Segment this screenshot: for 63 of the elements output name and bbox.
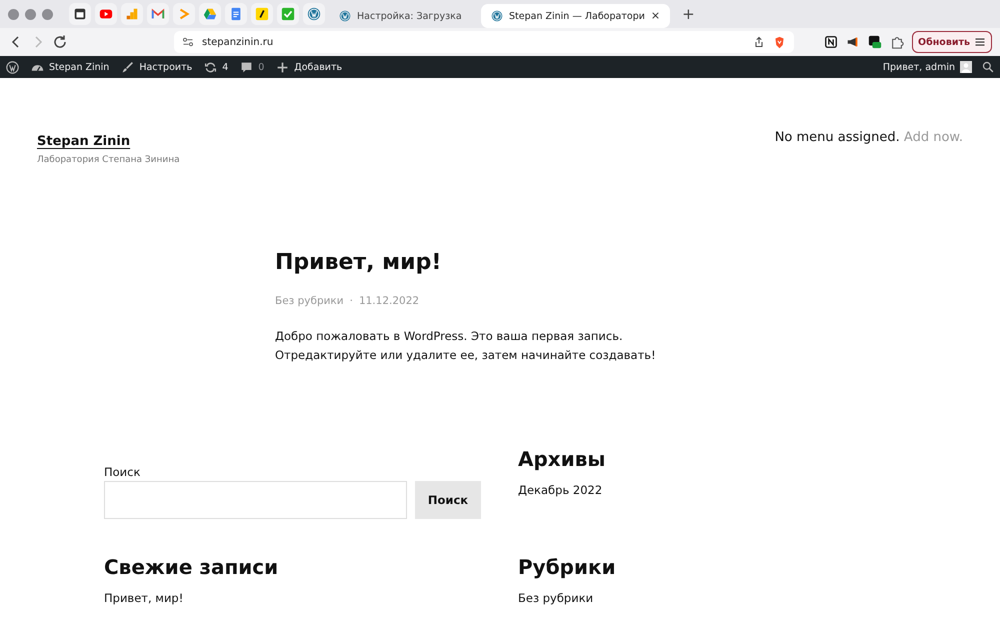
refresh-icon (204, 60, 218, 74)
search-label: Поиск (104, 465, 142, 479)
speech-bubble-icon (240, 60, 254, 74)
new-tab-button[interactable]: + (678, 5, 699, 23)
notion-logo-icon[interactable] (824, 35, 838, 49)
window-control[interactable] (42, 8, 53, 20)
window-control[interactable] (25, 8, 36, 20)
menu-icon (974, 36, 986, 48)
meta-separator: · (350, 295, 353, 307)
post-text: Добро пожаловать в WordPress. Это ваша первая запись. Отредактируйте или удалите ее, затем начинайте создавать! (275, 328, 657, 364)
bar-chart-icon (125, 7, 139, 21)
wordpress-menu-button[interactable] (6, 60, 19, 74)
widget-heading: Архивы (518, 447, 606, 471)
pinned-tab[interactable] (251, 3, 273, 25)
triangle-icon (203, 7, 217, 21)
site-tagline: Лаборатория Степана Зинина (37, 155, 180, 165)
search-button[interactable]: Поиск (415, 481, 481, 519)
brush-icon (121, 60, 134, 74)
window-control[interactable] (8, 8, 19, 20)
account-menu[interactable]: Привет, admin (882, 61, 972, 73)
pinned-tab[interactable] (69, 3, 91, 25)
puzzle-icon[interactable] (890, 35, 904, 49)
share-icon (753, 36, 765, 48)
admin-bar-link[interactable]: Stepan Zinin (31, 60, 110, 74)
close-icon[interactable]: × (650, 10, 660, 22)
category-link[interactable]: Без рубрики (518, 591, 818, 605)
wordpress-logo-icon (307, 7, 321, 21)
wordpress-logo-icon (6, 60, 19, 74)
wordpress-logo-icon (339, 10, 351, 22)
browser-tab[interactable]: Настройка: Загрузка (329, 4, 479, 28)
chevron-icon (177, 7, 191, 21)
admin-bar-link[interactable]: Настроить (121, 60, 192, 74)
sliders-icon (182, 36, 194, 48)
post-link[interactable]: Привет, мир! (104, 591, 481, 605)
calendar-icon (73, 7, 87, 21)
admin-bar-link[interactable]: Добавить (276, 60, 342, 74)
checkmark-icon (281, 7, 295, 21)
envelope-icon (151, 7, 165, 21)
search-icon[interactable] (982, 61, 994, 73)
browser-tab[interactable]: Stepan Zinin — Лаборатори × (481, 4, 670, 28)
reload-icon[interactable] (52, 34, 68, 50)
shield-icon (773, 36, 786, 48)
slash-icon (255, 7, 269, 21)
avatar-icon (960, 61, 972, 73)
url-text: stepanzinin.ru (202, 36, 274, 48)
post-date: 11.12.2022 (358, 295, 420, 307)
wordpress-logo-icon (491, 10, 503, 22)
widget-heading: Свежие записи (104, 555, 280, 579)
search-field[interactable] (104, 481, 407, 519)
widget-heading: Рубрики (518, 555, 617, 579)
play-icon (99, 7, 113, 21)
megaphone-icon[interactable] (846, 35, 860, 49)
update-button[interactable]: Обновить (912, 31, 992, 53)
address-bar[interactable]: stepanzinin.ru (174, 31, 794, 53)
admin-bar-link[interactable]: 4 (204, 60, 228, 74)
archive-link[interactable]: Декабрь 2022 (518, 483, 818, 497)
site-title-link[interactable]: Stepan Zinin (37, 134, 130, 149)
menu-note: No menu assigned. Add now. (774, 130, 963, 147)
post-title: Привет, мир! (275, 250, 442, 275)
terminal-icon[interactable] (868, 35, 882, 49)
admin-bar-link[interactable]: 0 (240, 60, 264, 74)
plus-icon (276, 60, 290, 74)
document-icon (229, 7, 243, 21)
